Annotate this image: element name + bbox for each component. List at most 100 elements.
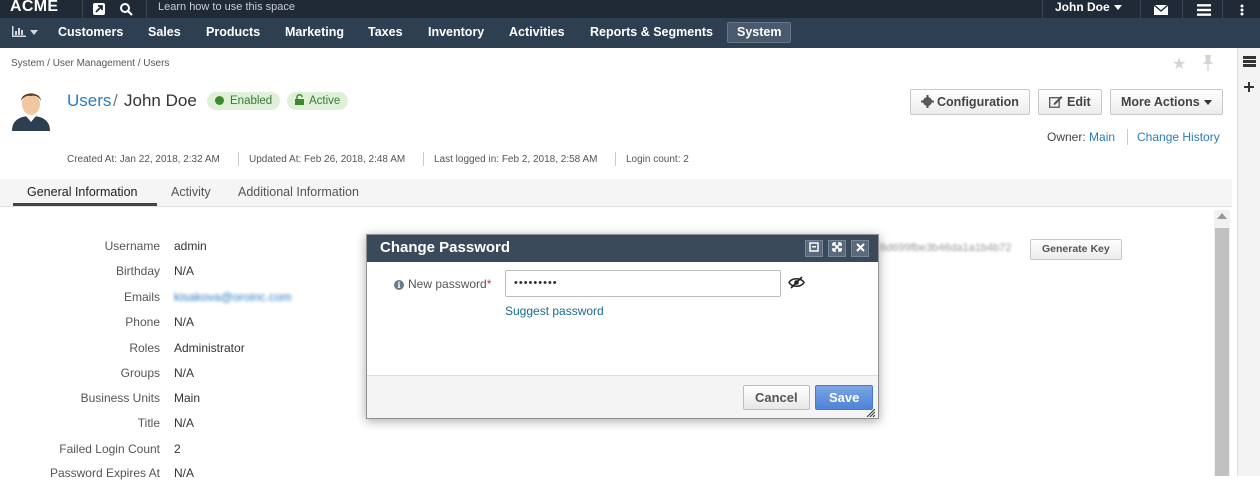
- field-value-business-units: Main: [174, 391, 201, 405]
- status-dot-icon: [215, 96, 224, 105]
- field-label-title: Title: [137, 416, 160, 430]
- dialog-header[interactable]: Change Password: [367, 235, 878, 262]
- field-value-emails[interactable]: kisakova@oroinc.com: [174, 290, 292, 304]
- label-text: New password: [408, 277, 487, 291]
- nav-system[interactable]: System: [727, 22, 792, 43]
- nav-products[interactable]: Products: [206, 18, 260, 48]
- nav-reports-segments[interactable]: Reports & Segments: [590, 18, 713, 48]
- nav-taxes[interactable]: Taxes: [368, 18, 403, 48]
- scroll-up-arrow-icon[interactable]: [1217, 213, 1227, 219]
- main-navigation: Customers Sales Products Marketing Taxes…: [0, 18, 1260, 48]
- field-value-title: N/A: [174, 416, 195, 430]
- scrollbar-thumb[interactable]: [1215, 228, 1229, 476]
- divider: [615, 152, 616, 166]
- chevron-down-icon: [30, 30, 38, 36]
- top-bar: ACME Learn how to use this space John Do…: [0, 0, 1260, 18]
- divider: [146, 0, 147, 18]
- brand-logo[interactable]: ACME: [10, 0, 58, 16]
- button-label: Edit: [1067, 95, 1091, 109]
- menu-icon[interactable]: [1197, 3, 1211, 17]
- dialog-footer: Cancel Save: [367, 375, 878, 418]
- nav-inventory[interactable]: Inventory: [428, 18, 484, 48]
- info-icon[interactable]: i: [394, 280, 404, 290]
- updated-at: Updated At: Feb 26, 2018, 2:48 AM: [249, 154, 406, 165]
- field-value-failed-login-count: 2: [174, 442, 181, 456]
- unlock-icon: [295, 94, 304, 105]
- field-label-username: Username: [104, 239, 160, 253]
- field-value-username: admin: [174, 239, 207, 253]
- created-at: Created At: Jan 22, 2018, 2:32 AM: [67, 154, 220, 165]
- tab-bar: General Information Activity Additional …: [0, 179, 1232, 207]
- user-menu[interactable]: John Doe: [1055, 0, 1122, 14]
- nav-marketing[interactable]: Marketing: [285, 18, 344, 48]
- button-label: Configuration: [937, 95, 1019, 109]
- external-link-icon[interactable]: [92, 2, 106, 16]
- save-button[interactable]: Save: [815, 385, 874, 410]
- divider: [82, 0, 83, 18]
- star-icon[interactable]: ★: [1172, 54, 1186, 74]
- entity-link[interactable]: Users: [67, 91, 111, 111]
- breadcrumb-item[interactable]: User Management: [53, 58, 135, 69]
- badge-label: Active: [309, 95, 341, 107]
- field-label-emails: Emails: [123, 290, 160, 304]
- edit-button[interactable]: Edit: [1038, 89, 1102, 115]
- login-count: Login count: 2: [626, 154, 689, 165]
- field-label-birthday: Birthday: [115, 264, 160, 278]
- field-label-roles: Roles: [129, 341, 160, 355]
- suggest-password-link[interactable]: Suggest password: [505, 304, 604, 318]
- page-title: John Doe: [124, 91, 197, 110]
- divider: [238, 152, 239, 166]
- divider: [1222, 0, 1223, 18]
- field-label-phone: Phone: [125, 315, 160, 329]
- generate-key-button[interactable]: Generate Key: [1030, 239, 1122, 260]
- user-name: John Doe: [1055, 0, 1110, 14]
- tab-general-information[interactable]: General Information: [27, 185, 137, 199]
- title-separator: /: [113, 91, 118, 110]
- avatar: [12, 93, 50, 131]
- required-mark: *: [486, 277, 492, 291]
- field-label-business-units: Business Units: [80, 391, 160, 405]
- api-key-value: 8d699fbe3b46da1a1b4b72: [880, 242, 1012, 254]
- divider: [1042, 0, 1043, 18]
- kebab-icon[interactable]: [1240, 3, 1244, 17]
- edit-icon: [1049, 96, 1063, 108]
- minimize-icon[interactable]: [805, 240, 823, 257]
- nav-activities[interactable]: Activities: [509, 18, 565, 48]
- search-input[interactable]: Learn how to use this space: [158, 1, 295, 13]
- maximize-icon[interactable]: [828, 240, 846, 257]
- field-label-failed-login-count: Failed Login Count: [59, 442, 160, 456]
- gear-icon: [921, 95, 934, 108]
- pin-icon[interactable]: [1202, 55, 1214, 71]
- divider: [1182, 0, 1183, 18]
- owner-label: Owner:: [1047, 130, 1086, 144]
- new-password-input[interactable]: •••••••••: [505, 270, 781, 297]
- field-value-groups: N/A: [174, 366, 195, 380]
- panel-icon[interactable]: [1243, 56, 1256, 67]
- breadcrumb-item[interactable]: Users: [143, 58, 169, 69]
- configuration-button[interactable]: Configuration: [910, 89, 1030, 115]
- owner-link[interactable]: Main: [1089, 130, 1115, 144]
- change-history-link[interactable]: Change History: [1137, 130, 1220, 144]
- dashboard-menu[interactable]: [12, 18, 38, 48]
- search-icon[interactable]: [119, 2, 133, 16]
- bar-chart-icon: [12, 26, 26, 37]
- eye-slash-icon[interactable]: [788, 276, 805, 289]
- field-value-birthday: N/A: [174, 264, 195, 278]
- close-icon[interactable]: [851, 240, 869, 257]
- nav-customers[interactable]: Customers: [58, 18, 123, 48]
- divider: [423, 152, 424, 166]
- tab-additional-information[interactable]: Additional Information: [238, 185, 359, 199]
- mail-icon[interactable]: [1154, 3, 1168, 17]
- plus-icon[interactable]: [1244, 82, 1254, 92]
- nav-sales[interactable]: Sales: [148, 18, 181, 48]
- badge-label: Enabled: [230, 95, 273, 107]
- breadcrumb: System / User Management / Users: [11, 58, 169, 69]
- resize-handle-icon[interactable]: [867, 409, 875, 417]
- breadcrumb-separator: /: [47, 58, 50, 69]
- cancel-button[interactable]: Cancel: [743, 385, 810, 410]
- tab-activity[interactable]: Activity: [171, 185, 211, 199]
- breadcrumb-item[interactable]: System: [11, 58, 44, 69]
- field-label-password-expires: Password Expires At: [49, 466, 160, 480]
- field-value-password-expires: N/A: [174, 466, 195, 480]
- more-actions-button[interactable]: More Actions: [1110, 89, 1223, 115]
